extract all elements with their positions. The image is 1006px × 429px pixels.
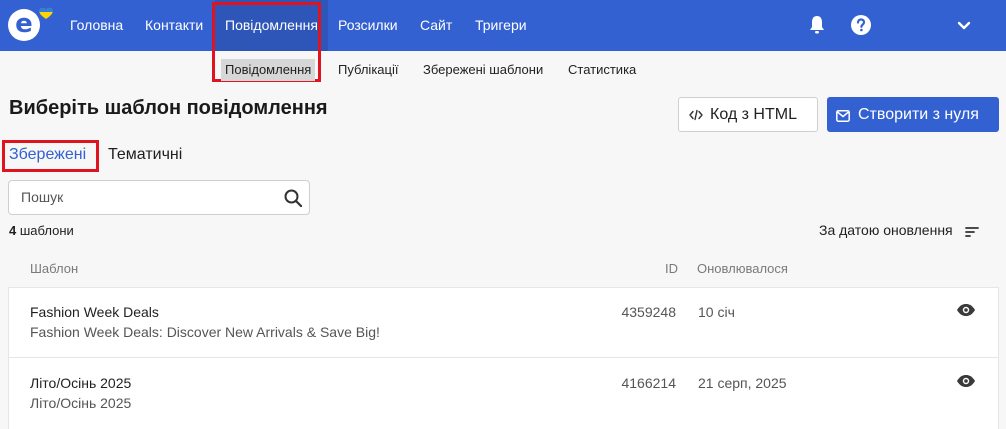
template-id: 4359248: [621, 304, 676, 320]
nav-item-contacts[interactable]: Контакти: [145, 0, 203, 51]
help-icon[interactable]: [849, 13, 873, 37]
template-name: Літо/Осінь 2025: [30, 375, 132, 391]
tab-saved[interactable]: Збережені: [9, 146, 86, 164]
create-from-scratch-button-label: Створити з нуля: [858, 105, 979, 123]
template-count: 4 шаблони: [9, 223, 74, 238]
nav-item-home[interactable]: Головна: [70, 0, 123, 51]
nav-item-messages[interactable]: Повідомлення: [215, 0, 328, 51]
table-row[interactable]: Літо/Осінь 2025 Літо/Осінь 2025 4166214 …: [8, 357, 999, 429]
search-icon[interactable]: [283, 188, 303, 208]
eye-icon[interactable]: [956, 303, 976, 317]
template-subject: Літо/Осінь 2025: [30, 395, 132, 411]
nav-item-triggers[interactable]: Тригери: [475, 0, 527, 51]
nav-item-site[interactable]: Сайт: [420, 0, 452, 51]
column-header-id: ID: [665, 261, 678, 276]
template-updated: 21 серп, 2025: [698, 375, 787, 391]
sort-label: За датою оновлення: [819, 222, 953, 238]
subnav-item-publications[interactable]: Публікації: [338, 59, 398, 81]
template-name: Fashion Week Deals: [30, 304, 159, 320]
mail-icon: [836, 109, 850, 122]
chevron-down-icon[interactable]: [952, 13, 976, 37]
nav-item-campaigns[interactable]: Розсилки: [338, 0, 398, 51]
column-header-template: Шаблон: [30, 261, 79, 276]
code-icon: [689, 108, 703, 122]
template-subject: Fashion Week Deals: Discover New Arrival…: [30, 324, 380, 340]
sort-dropdown[interactable]: За датою оновлення: [819, 222, 979, 238]
ukraine-flag-icon: [38, 7, 54, 20]
template-count-suffix: шаблони: [16, 223, 74, 238]
create-from-scratch-button[interactable]: Створити з нуля: [827, 97, 999, 132]
search-input[interactable]: [21, 189, 271, 205]
subnav-item-messages[interactable]: Повідомлення: [221, 59, 316, 81]
logo[interactable]: e: [8, 9, 40, 41]
bell-icon[interactable]: [805, 13, 829, 37]
html-code-button-label: Код з HTML: [710, 105, 797, 123]
table-row[interactable]: Fashion Week Deals Fashion Week Deals: D…: [8, 287, 999, 358]
search-box: [8, 180, 310, 215]
sort-icon: [964, 225, 979, 238]
template-updated: 10 січ: [698, 304, 735, 320]
template-id: 4166214: [621, 375, 676, 391]
eye-icon[interactable]: [956, 374, 976, 388]
html-code-button[interactable]: Код з HTML: [678, 97, 818, 132]
tab-thematic[interactable]: Тематичні: [108, 146, 182, 164]
page-title: Виберіть шаблон повідомлення: [9, 97, 328, 119]
column-header-updated: Оновлювалося: [697, 261, 788, 276]
top-navbar: e Головна Контакти Повідомлення Розсилки…: [0, 0, 1006, 51]
subnav-item-statistics[interactable]: Статистика: [568, 59, 636, 81]
subnav-item-saved-templates[interactable]: Збережені шаблони: [423, 59, 543, 81]
